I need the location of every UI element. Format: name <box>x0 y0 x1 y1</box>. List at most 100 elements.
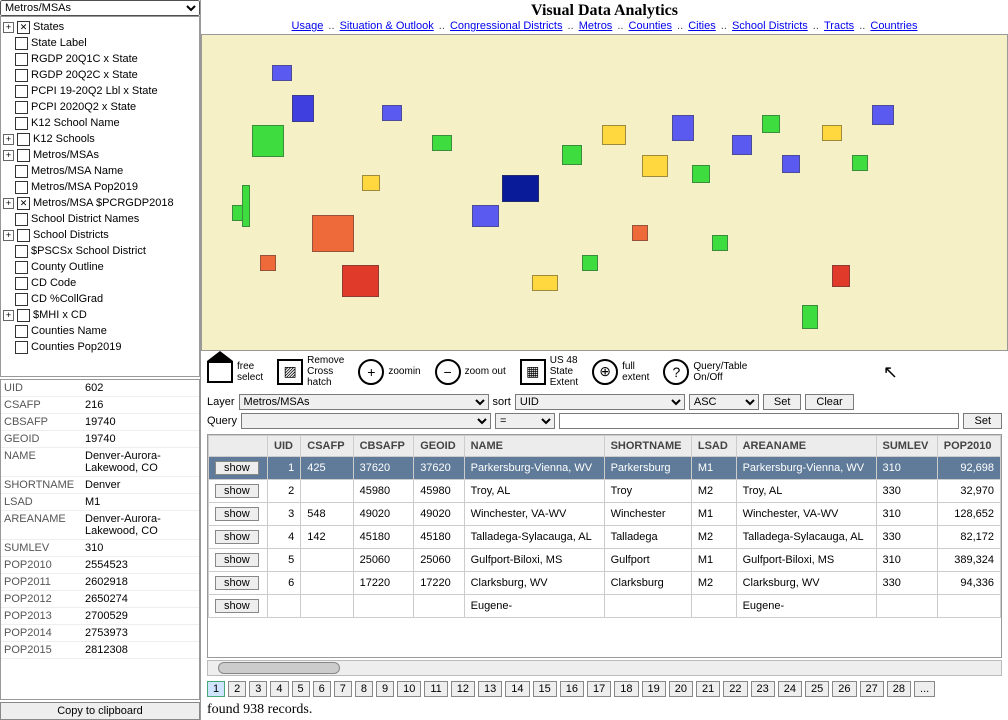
query-table-toggle-button[interactable]: ?Query/Table On/Off <box>663 359 747 385</box>
query-field-select[interactable] <box>241 413 491 429</box>
nav-link[interactable]: Countries <box>870 20 917 32</box>
expand-icon[interactable]: + <box>3 134 14 145</box>
checkbox-icon[interactable] <box>17 309 30 322</box>
grid-col-header[interactable]: GEOID <box>414 436 464 457</box>
checkbox-icon[interactable] <box>15 325 28 338</box>
checkbox-icon[interactable] <box>15 165 28 178</box>
table-row[interactable]: show41424518045180Talladega-Sylacauga, A… <box>209 526 1001 549</box>
grid-col-header[interactable]: LSAD <box>691 436 736 457</box>
tree-item[interactable]: K12 School Name <box>3 115 197 131</box>
page-button[interactable]: 20 <box>669 681 693 697</box>
nav-link[interactable]: Tracts <box>824 20 854 32</box>
sort-field-select[interactable]: UID <box>515 394 685 410</box>
tree-item[interactable]: PCPI 19-20Q2 Lbl x State <box>3 83 197 99</box>
checkbox-icon[interactable] <box>15 117 28 130</box>
nav-link[interactable]: School Districts <box>732 20 808 32</box>
page-button[interactable]: 15 <box>533 681 557 697</box>
nav-link[interactable]: Counties <box>629 20 672 32</box>
checkbox-icon[interactable] <box>15 213 28 226</box>
page-button[interactable]: 28 <box>887 681 911 697</box>
checkbox-icon[interactable] <box>17 149 30 162</box>
show-button[interactable]: show <box>215 461 259 475</box>
checkbox-icon[interactable] <box>15 53 28 66</box>
page-button[interactable]: 24 <box>778 681 802 697</box>
expand-icon[interactable]: + <box>3 198 14 209</box>
show-button[interactable]: show <box>215 576 259 590</box>
page-button[interactable]: 16 <box>560 681 584 697</box>
table-row[interactable]: show61722017220Clarksburg, WVClarksburgM… <box>209 572 1001 595</box>
checkbox-icon[interactable] <box>17 229 30 242</box>
nav-link[interactable]: Congressional Districts <box>450 20 562 32</box>
show-button[interactable]: show <box>215 507 259 521</box>
remove-crosshatch-button[interactable]: ▨Remove Cross hatch <box>277 355 344 388</box>
zoom-out-button[interactable]: −zoom out <box>435 359 506 385</box>
table-row[interactable]: show14253762037620Parkersburg-Vienna, WV… <box>209 457 1001 480</box>
query-op-select[interactable]: = <box>495 413 555 429</box>
page-button[interactable]: 19 <box>642 681 666 697</box>
tree-item[interactable]: $PSCSx School District <box>3 243 197 259</box>
page-button[interactable]: 5 <box>292 681 310 697</box>
expand-icon[interactable]: + <box>3 22 14 33</box>
checkbox-icon[interactable] <box>15 37 28 50</box>
grid-col-header[interactable]: CBSAFP <box>353 436 414 457</box>
tree-item[interactable]: +Metros/MSAs <box>3 147 197 163</box>
page-button[interactable]: 18 <box>614 681 638 697</box>
copy-to-clipboard-button[interactable]: Copy to clipboard <box>0 702 200 720</box>
page-button[interactable]: 25 <box>805 681 829 697</box>
page-button[interactable]: 26 <box>832 681 856 697</box>
table-row[interactable]: show52506025060Gulfport-Biloxi, MSGulfpo… <box>209 549 1001 572</box>
checkbox-icon[interactable] <box>15 181 28 194</box>
tree-item[interactable]: County Outline <box>3 259 197 275</box>
grid-col-header[interactable]: UID <box>268 436 301 457</box>
tree-item[interactable]: +School Districts <box>3 227 197 243</box>
tree-item[interactable]: Counties Pop2019 <box>3 339 197 355</box>
grid-col-header[interactable]: NAME <box>464 436 604 457</box>
sort-set-button[interactable]: Set <box>763 394 802 410</box>
zoom-in-button[interactable]: +zoomin <box>358 359 420 385</box>
grid-col-header[interactable] <box>209 436 268 457</box>
page-button[interactable]: ... <box>914 681 935 697</box>
checkbox-icon[interactable] <box>15 69 28 82</box>
tree-item[interactable]: School District Names <box>3 211 197 227</box>
tree-item[interactable]: +Metros/MSA $PCRGDP2018 <box>3 195 197 211</box>
expand-icon[interactable]: + <box>3 150 14 161</box>
checkbox-icon[interactable] <box>15 293 28 306</box>
page-button[interactable]: 8 <box>355 681 373 697</box>
page-button[interactable]: 21 <box>696 681 720 697</box>
checkbox-icon[interactable] <box>15 101 28 114</box>
page-button[interactable]: 2 <box>228 681 246 697</box>
page-button[interactable]: 14 <box>505 681 529 697</box>
grid-col-header[interactable]: CSAFP <box>301 436 353 457</box>
page-button[interactable]: 3 <box>249 681 267 697</box>
page-button[interactable]: 7 <box>334 681 352 697</box>
grid-col-header[interactable]: POP2010 <box>937 436 1000 457</box>
page-button[interactable]: 12 <box>451 681 475 697</box>
tree-item[interactable]: +K12 Schools <box>3 131 197 147</box>
grid-col-header[interactable]: SHORTNAME <box>604 436 691 457</box>
tree-item[interactable]: Metros/MSA Name <box>3 163 197 179</box>
nav-link[interactable]: Situation & Outlook <box>340 20 434 32</box>
checkbox-icon[interactable] <box>15 341 28 354</box>
page-button[interactable]: 10 <box>397 681 421 697</box>
results-grid[interactable]: UIDCSAFPCBSAFPGEOIDNAMESHORTNAMELSADAREA… <box>207 434 1002 658</box>
layer-select[interactable]: Metros/MSAs <box>239 394 489 410</box>
page-button[interactable]: 11 <box>424 681 447 697</box>
tree-item[interactable]: RGDP 20Q1C x State <box>3 51 197 67</box>
page-button[interactable]: 9 <box>376 681 394 697</box>
checkbox-icon[interactable] <box>15 277 28 290</box>
checkbox-icon[interactable] <box>17 197 30 210</box>
checkbox-icon[interactable] <box>15 261 28 274</box>
show-button[interactable]: show <box>215 484 259 498</box>
page-button[interactable]: 4 <box>270 681 288 697</box>
grid-col-header[interactable]: SUMLEV <box>876 436 937 457</box>
query-value-input[interactable] <box>559 413 960 429</box>
checkbox-icon[interactable] <box>17 133 30 146</box>
tree-item[interactable]: CD Code <box>3 275 197 291</box>
nav-link[interactable]: Usage <box>292 20 324 32</box>
page-button[interactable]: 6 <box>313 681 331 697</box>
tree-item[interactable]: +States <box>3 19 197 35</box>
free-select-button[interactable]: free select <box>207 361 263 383</box>
tree-item[interactable]: +$MHI x CD <box>3 307 197 323</box>
grid-col-header[interactable]: AREANAME <box>736 436 876 457</box>
tree-item[interactable]: State Label <box>3 35 197 51</box>
